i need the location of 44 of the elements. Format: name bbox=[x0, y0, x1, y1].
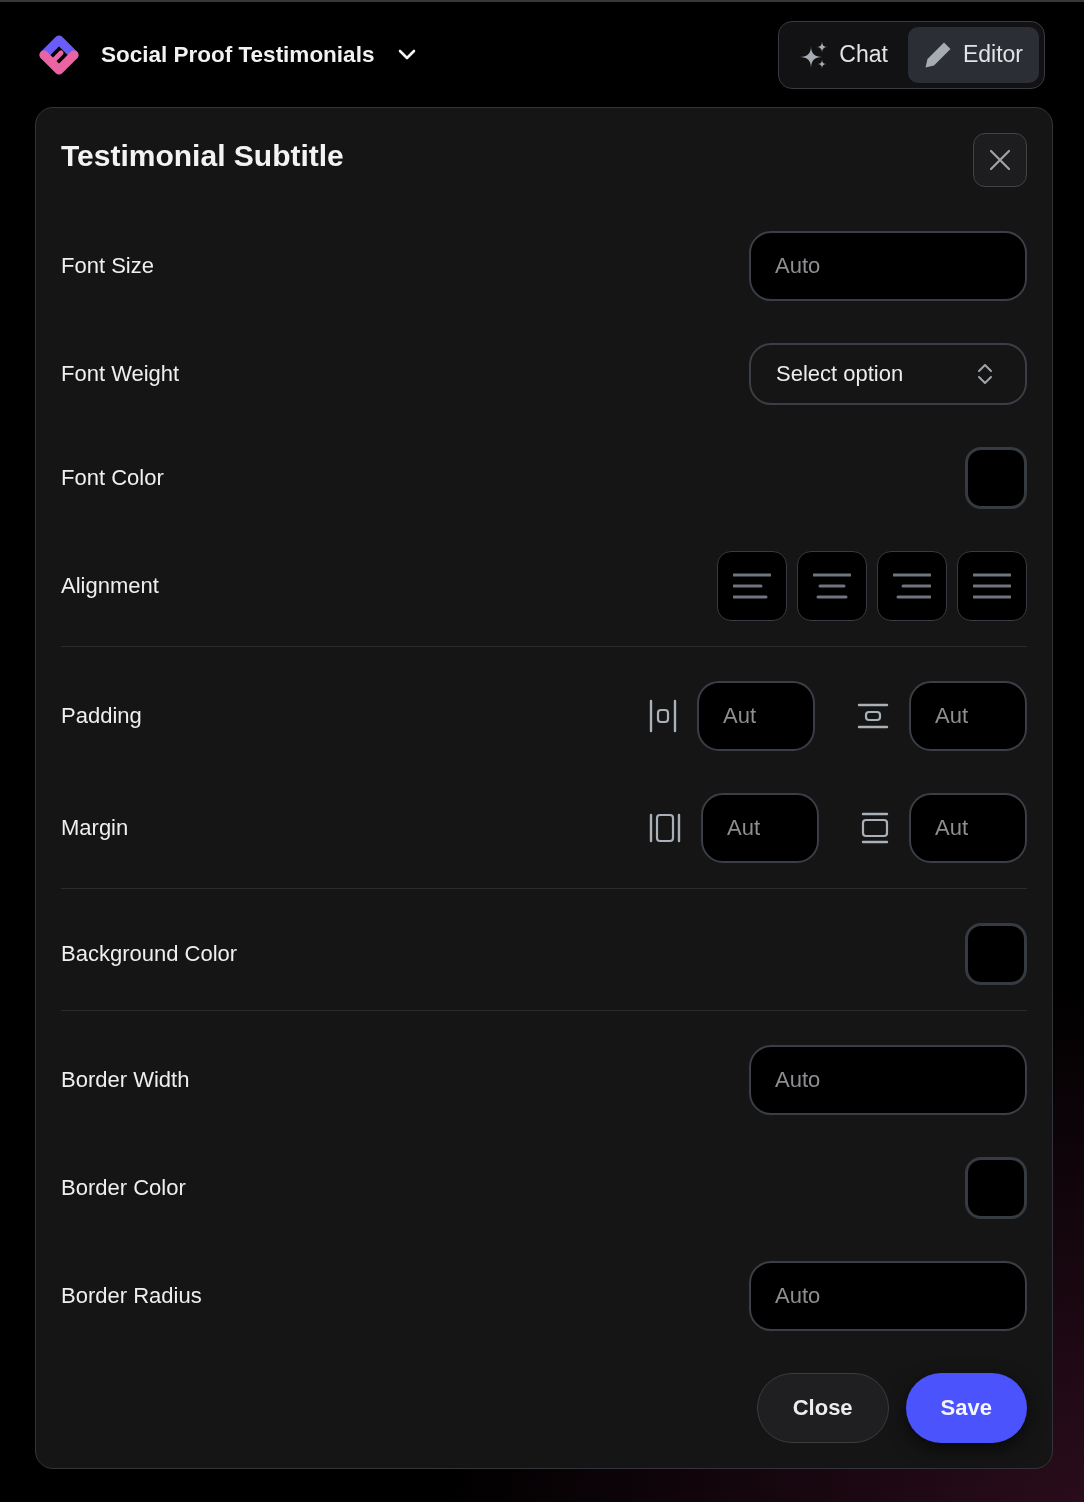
color-swatch[interactable] bbox=[965, 923, 1027, 985]
field-label: Alignment bbox=[61, 573, 159, 599]
pencil-icon bbox=[923, 40, 952, 69]
spacing-field[interactable]: Aut bbox=[701, 793, 819, 863]
field-label: Margin bbox=[61, 815, 129, 841]
spacing-field[interactable]: Aut bbox=[909, 793, 1027, 863]
field-label: Border Radius bbox=[61, 1283, 202, 1309]
field-label: Padding bbox=[61, 703, 142, 729]
field-label: Font Color bbox=[61, 465, 164, 491]
close-icon bbox=[989, 149, 1011, 171]
align-center-icon bbox=[813, 573, 851, 599]
field-label: Border Color bbox=[61, 1175, 186, 1201]
align-justify-icon bbox=[973, 573, 1011, 599]
color-swatch[interactable] bbox=[965, 447, 1027, 509]
text-field[interactable]: Auto bbox=[749, 1045, 1027, 1115]
panel-title: Testimonial Subtitle bbox=[61, 139, 344, 173]
padding-horizontal-icon bbox=[649, 699, 677, 733]
close-button[interactable] bbox=[973, 133, 1027, 187]
field-label: Font Weight bbox=[61, 361, 180, 387]
spacing-field[interactable]: Aut bbox=[909, 681, 1027, 751]
select-field[interactable]: Select option bbox=[749, 343, 1027, 405]
field-label: Font Size bbox=[61, 253, 154, 279]
close-button[interactable]: Close bbox=[756, 1373, 889, 1443]
align-center-button[interactable] bbox=[797, 551, 867, 621]
editor-tab[interactable]: Editor bbox=[907, 26, 1039, 83]
spacing-field[interactable]: Aut bbox=[697, 681, 815, 751]
project-menu-button[interactable]: Social Proof Testimonials bbox=[101, 41, 417, 68]
chevron-up-down-icon bbox=[977, 362, 993, 386]
color-swatch[interactable] bbox=[965, 1157, 1027, 1219]
chevron-down-icon bbox=[398, 49, 417, 60]
margin-vertical-icon bbox=[861, 812, 889, 844]
field-label: Border Width bbox=[61, 1067, 190, 1093]
field-label: Background Color bbox=[61, 941, 238, 967]
align-left-button[interactable] bbox=[717, 551, 787, 621]
margin-horizontal-icon bbox=[649, 813, 681, 843]
chat-tab[interactable]: Chat bbox=[784, 26, 904, 83]
align-right-button[interactable] bbox=[877, 551, 947, 621]
align-justify-button[interactable] bbox=[957, 551, 1027, 621]
padding-vertical-icon bbox=[857, 703, 889, 729]
text-field[interactable]: Auto bbox=[749, 231, 1027, 301]
align-right-icon bbox=[893, 573, 931, 599]
save-button[interactable]: Save bbox=[905, 1373, 1027, 1443]
text-field[interactable]: Auto bbox=[749, 1261, 1027, 1331]
align-left-icon bbox=[733, 573, 771, 599]
